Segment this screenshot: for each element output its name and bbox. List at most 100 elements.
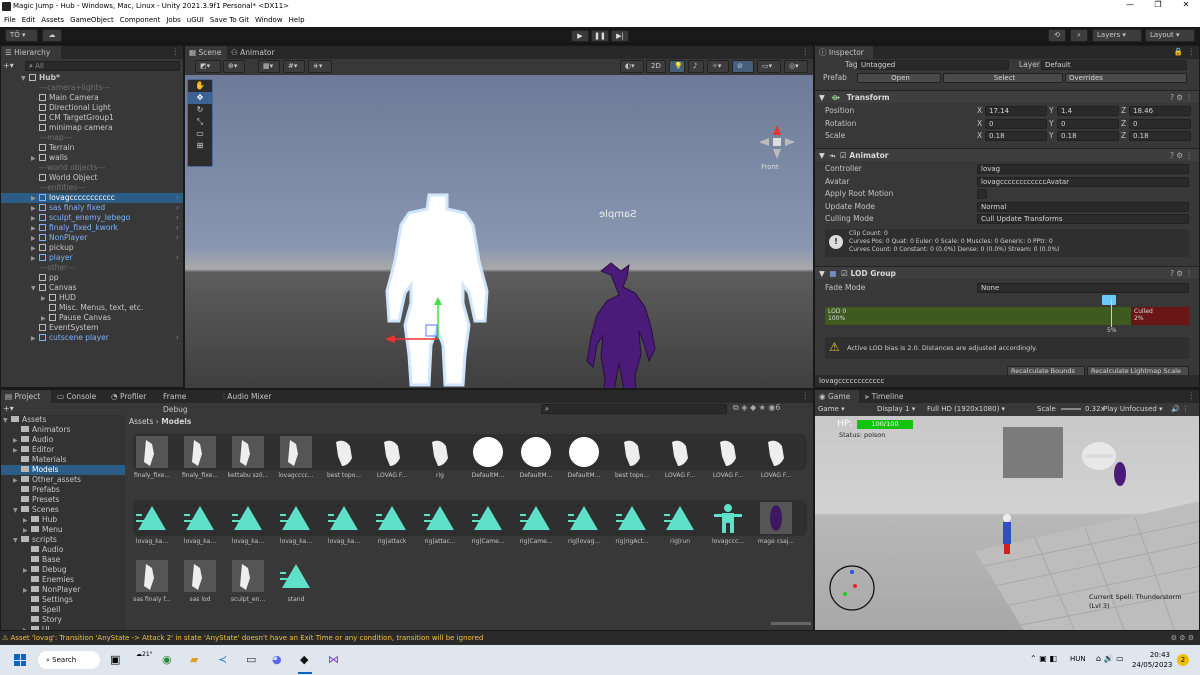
scene-viewport[interactable]: Front Sample ✋ ✥ ↻ ⤡ ▭ ⊞	[185, 75, 813, 388]
panel-menu-icon[interactable]: ⋮	[802, 391, 810, 400]
tag-dropdown[interactable]: Untagged	[857, 60, 1009, 70]
folder-item[interactable]: Prefabs	[1, 485, 125, 495]
asset-item[interactable]: sas finaly f...	[129, 560, 175, 603]
fade-mode-dropdown[interactable]: None	[977, 283, 1189, 293]
vscode-icon[interactable]: ≺	[218, 653, 227, 666]
create-asset-button[interactable]: +▾	[3, 404, 14, 413]
transform-x-field[interactable]: 0	[985, 118, 1047, 129]
prefab-select-button[interactable]: Select	[943, 73, 1063, 83]
prefab-open-button[interactable]: Open	[857, 73, 941, 83]
asset-item[interactable]: LOVAG F...	[705, 436, 751, 479]
folder-item[interactable]: ▶ Editor	[1, 445, 125, 455]
file-explorer-icon[interactable]: ▰	[190, 653, 198, 666]
discord-icon[interactable]: ◕	[272, 653, 282, 666]
system-tray-icons[interactable]: ⌃ ▣ ◧	[1030, 654, 1057, 663]
hierarchy-item[interactable]: ▼ Canvas	[1, 283, 183, 293]
asset-item[interactable]: LOVAG F...	[753, 436, 799, 479]
clock[interactable]: 20:43 24/05/2023	[1132, 650, 1172, 670]
asset-item[interactable]: rig|lovag...	[561, 502, 607, 545]
folder-item[interactable]: Presets	[1, 495, 125, 505]
hierarchy-item[interactable]: ▶ cutscene player ›	[1, 333, 183, 343]
tab-project[interactable]: ▤ Project	[1, 390, 51, 403]
asset-item[interactable]: sculpt_en...	[225, 560, 271, 603]
hierarchy-item[interactable]: ---other---	[1, 263, 183, 273]
edge-icon[interactable]: ◉	[162, 653, 172, 666]
project-filter-icons[interactable]: ⧉ ◈ ◆ ★ ◉6	[733, 403, 780, 413]
camera-icon[interactable]: ▭▾	[757, 60, 781, 73]
hand-tool-icon[interactable]: ✋	[188, 80, 212, 92]
prefab-overrides-dropdown[interactable]: Overrides	[1065, 73, 1187, 83]
menu-gameobject[interactable]: GameObject	[70, 13, 114, 27]
panel-menu-icon[interactable]: ⋮	[172, 47, 180, 56]
transform-z-field[interactable]: 18.46	[1129, 106, 1191, 116]
hierarchy-item[interactable]: ▼ Hub*	[1, 73, 183, 83]
asset-item[interactable]: LOVAG F...	[657, 436, 703, 479]
menu-save-to-git[interactable]: Save To Git	[210, 13, 249, 27]
asset-item[interactable]: rig|attack	[369, 502, 415, 545]
game-mode-dropdown[interactable]: Game ▾	[818, 403, 845, 415]
hierarchy-item[interactable]: EventSystem	[1, 323, 183, 333]
asset-item[interactable]: rig|Came...	[465, 502, 511, 545]
asset-item[interactable]: LOVAG F...	[369, 436, 415, 479]
shading-mode-icon[interactable]: ◐▾	[620, 60, 644, 73]
minimize-button[interactable]: —	[1116, 0, 1144, 13]
component-menu-icon[interactable]: ? ⚙ ⋮	[1170, 149, 1193, 162]
add-object-button[interactable]: +▾	[3, 60, 21, 71]
menu-window[interactable]: Window	[255, 13, 283, 27]
asset-item[interactable]: lovagcccc...	[273, 436, 319, 479]
close-button[interactable]: ✕	[1172, 0, 1200, 13]
asset-item[interactable]: finaly_fixe...	[177, 436, 223, 479]
hierarchy-item[interactable]: Main Camera	[1, 93, 183, 103]
audio-icon[interactable]: ♪	[688, 60, 704, 73]
layout-dropdown[interactable]: Layout ▾	[1145, 29, 1195, 42]
project-search-input[interactable]: ⌕	[541, 404, 727, 414]
transform-y-field[interactable]: 0	[1057, 118, 1119, 129]
hierarchy-item[interactable]: Directional Light	[1, 103, 183, 113]
taskbar-search-box[interactable]: ⌕ Search	[38, 651, 100, 669]
lock-icon[interactable]: 🔒	[1174, 47, 1183, 56]
hierarchy-item[interactable]: ---world objects---	[1, 163, 183, 173]
foldout-arrow-icon[interactable]: ▶	[31, 334, 39, 344]
status-icons[interactable]: ⚙ ⚙ ⚙	[1171, 631, 1194, 645]
tab-console[interactable]: ▭ Console	[53, 390, 105, 403]
asset-item[interactable]: lovag_ka...	[225, 502, 271, 545]
breadcrumb-models[interactable]: Models	[161, 417, 191, 426]
folder-item[interactable]: Animators	[1, 425, 125, 435]
play-mode-dropdown[interactable]: Play Unfocused ▾	[1103, 403, 1163, 415]
menu-edit[interactable]: Edit	[22, 13, 36, 27]
prefab-open-icon[interactable]: ›	[176, 213, 179, 223]
network-volume-icons[interactable]: ⌂ 🔊 ▭	[1096, 654, 1124, 663]
grid-snap-icon[interactable]: ▦▾	[258, 60, 280, 73]
menu-help[interactable]: Help	[289, 13, 305, 27]
tab-hierarchy[interactable]: ☰ Hierarchy	[1, 46, 61, 59]
asset-item[interactable]: lovag_ka...	[129, 502, 175, 545]
folder-item[interactable]: ▶ Menu	[1, 525, 125, 535]
scale-slider[interactable]	[1061, 408, 1081, 410]
hierarchy-item[interactable]: ---enitities---	[1, 183, 183, 193]
asset-item[interactable]: lovagccc...	[705, 502, 751, 545]
apply-root-motion-checkbox[interactable]	[977, 189, 987, 199]
folder-item[interactable]: ▼ Scenes	[1, 505, 125, 515]
folder-item[interactable]: ▶ Hub	[1, 515, 125, 525]
prefab-open-icon[interactable]: ›	[176, 233, 179, 243]
effects-icon[interactable]: ✧▾	[707, 60, 729, 73]
hierarchy-item[interactable]: ▶ HUD	[1, 293, 183, 303]
purple-creature-model[interactable]	[586, 262, 656, 388]
folder-item[interactable]: ▼ Assets	[1, 415, 125, 425]
folder-item[interactable]: Audio	[1, 545, 125, 555]
hierarchy-item[interactable]: minimap camera	[1, 123, 183, 133]
component-menu-icon[interactable]: ? ⚙ ⋮	[1170, 91, 1193, 104]
hierarchy-item[interactable]: Misc. Menus, text, etc.	[1, 303, 183, 313]
asset-item[interactable]: lovag_ka...	[177, 502, 223, 545]
lod0-bar[interactable]: LOD 0 100%	[825, 307, 1131, 325]
folder-item[interactable]: ▼ scripts	[1, 535, 125, 545]
terminal-icon[interactable]: ▭	[246, 653, 256, 666]
orientation-gizmo[interactable]	[759, 125, 795, 159]
asset-item[interactable]: rig|run	[657, 502, 703, 545]
asset-item[interactable]: rig|attac...	[417, 502, 463, 545]
hierarchy-item[interactable]: ▶ player ›	[1, 253, 183, 263]
knight-model-selected[interactable]	[385, 193, 489, 387]
asset-item[interactable]: finaly_fixe...	[129, 436, 175, 479]
task-view-icon[interactable]: ▣	[110, 653, 120, 666]
hierarchy-item[interactable]: ▶ finaly_fixed_kwork ›	[1, 223, 183, 233]
